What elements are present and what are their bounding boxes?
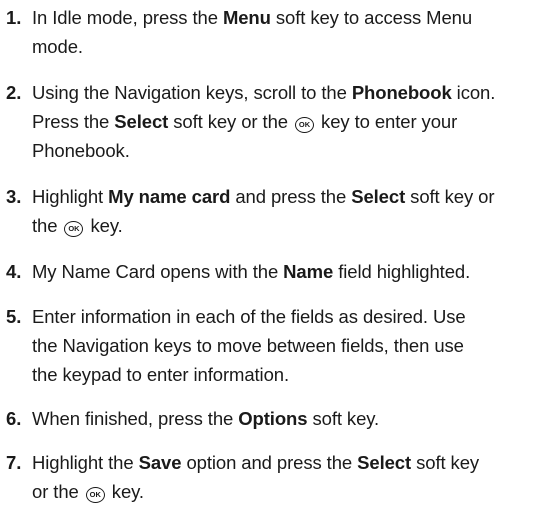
step-text-run: soft key or the [168, 111, 293, 132]
step-number: 5. [6, 306, 22, 327]
step-text-run: Highlight the [32, 452, 139, 473]
step-5: 5. Enter information in each of the fiel… [0, 302, 534, 389]
step-text-run: Enter information in each of the fields … [32, 306, 466, 327]
step-text: Highlight the Save option and press the … [32, 448, 534, 506]
step-text-run: key to enter your [316, 111, 458, 132]
step-text-run: My Name Card opens with the [32, 261, 284, 282]
ui-term: Select [114, 111, 169, 132]
step-text-run: When finished, press the [32, 408, 239, 429]
ui-term: Menu [222, 7, 271, 28]
ui-term: Save [138, 452, 182, 473]
step-text-run: the [32, 215, 63, 236]
step-2: 2. Using the Navigation keys, scroll to … [0, 78, 534, 165]
ok-key-icon: OK [64, 221, 84, 237]
step-text-run: option and press the [181, 452, 358, 473]
step-number: 4. [6, 261, 22, 282]
step-number: 7. [6, 452, 22, 473]
step-text-run: soft key. [307, 408, 380, 429]
step-text-run: field highlighted. [333, 261, 471, 282]
step-number: 3. [6, 186, 22, 207]
step-text-run: Using the Navigation keys, scroll to the [32, 82, 352, 103]
step-6: 6. When finished, press the Options soft… [0, 404, 534, 433]
step-text-run: soft key or [405, 186, 495, 207]
step-text-run: soft key to access Menu [270, 7, 473, 28]
step-text-run: soft key [411, 452, 480, 473]
step-text-run: the Navigation keys to move between fiel… [32, 335, 464, 356]
step-text-run: or the [32, 481, 84, 502]
step-text-run: and press the [230, 186, 352, 207]
ok-key-icon: OK [85, 487, 105, 503]
ui-term: Name [283, 261, 334, 282]
step-text-run: key. [106, 481, 144, 502]
step-text: When finished, press the Options soft ke… [32, 404, 534, 433]
ui-term: Select [351, 186, 406, 207]
step-text-run: Highlight [32, 186, 109, 207]
step-number: 6. [6, 408, 22, 429]
step-text-run: key. [85, 215, 123, 236]
ui-term: Phonebook [351, 82, 452, 103]
step-text: My Name Card opens with the Name field h… [32, 257, 534, 286]
ui-term: Options [238, 408, 308, 429]
step-7: 7. Highlight the Save option and press t… [0, 448, 534, 506]
ui-term: My name card [108, 186, 231, 207]
step-text: In Idle mode, press the Menu soft key to… [32, 3, 534, 61]
step-text-run: Phonebook. [32, 140, 130, 161]
step-text-run: icon. [451, 82, 496, 103]
step-1: 1. In Idle mode, press the Menu soft key… [0, 3, 534, 61]
step-text: Using the Navigation keys, scroll to the… [32, 78, 534, 165]
step-number: 2. [6, 82, 22, 103]
ui-term: Select [357, 452, 412, 473]
step-3: 3. Highlight My name card and press the … [0, 182, 534, 240]
step-text: Enter information in each of the fields … [32, 302, 534, 389]
step-number: 1. [6, 7, 22, 28]
ok-key-icon: OK [295, 117, 314, 133]
step-text-run: mode. [32, 36, 83, 57]
step-text-run: Press the [32, 111, 115, 132]
step-text: Highlight My name card and press the Sel… [32, 182, 534, 240]
step-4: 4. My Name Card opens with the Name fiel… [0, 257, 534, 286]
step-text-run: In Idle mode, press the [32, 7, 223, 28]
step-text-run: the keypad to enter information. [32, 364, 289, 385]
